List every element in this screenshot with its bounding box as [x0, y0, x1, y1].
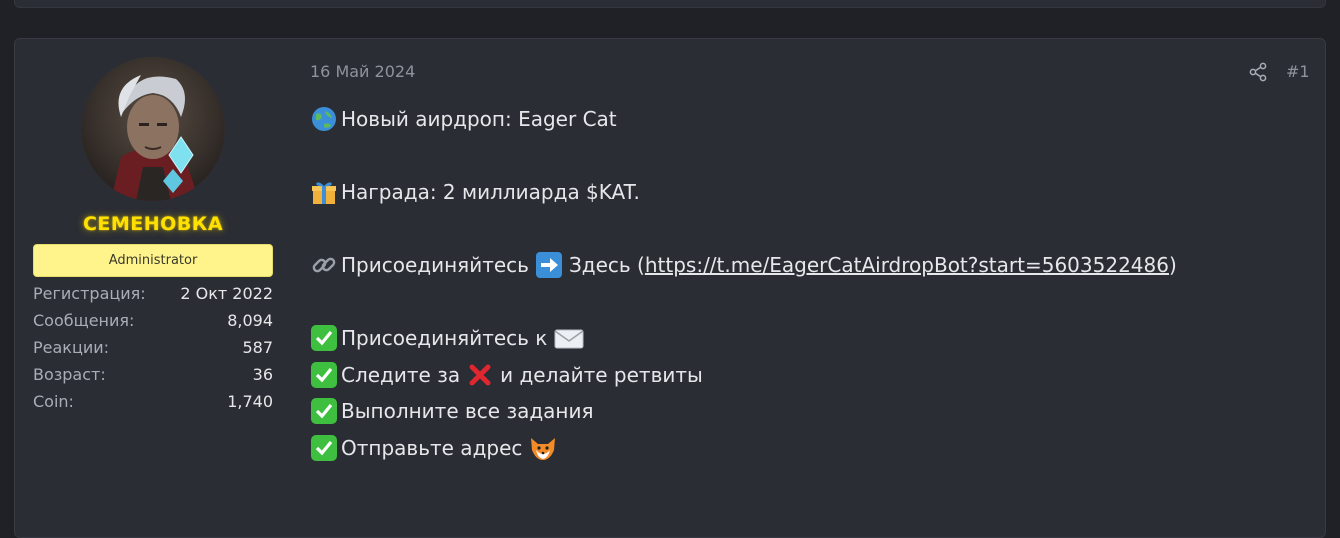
share-icon[interactable] — [1248, 62, 1268, 82]
user-stats: Регистрация: 2 Окт 2022 Сообщения: 8,094… — [33, 283, 273, 418]
body-text: Награда: 2 миллиарда $KAT. — [341, 180, 640, 204]
username[interactable]: СЕМЕНОВКА — [33, 213, 273, 235]
body-text: Присоединяйтесь — [341, 253, 529, 277]
body-text: ) — [1168, 253, 1177, 277]
body-text: Следите за — [341, 363, 461, 387]
body-line-2: Награда: 2 миллиарда $KAT. — [310, 178, 640, 206]
stat-value[interactable]: 8,094 — [227, 310, 273, 337]
body-text: Присоединяйтесь к — [341, 326, 548, 350]
stat-row-messages: Сообщения: 8,094 — [33, 310, 273, 337]
fox-icon — [528, 434, 556, 462]
forum-post: СЕМЕНОВКА Administrator Регистрация: 2 О… — [14, 38, 1326, 538]
stat-value: 1,740 — [227, 392, 273, 411]
stat-row-coin: Coin: 1,740 — [33, 391, 273, 418]
body-line-5: Следите за и делайте ретвиты — [310, 361, 703, 389]
stat-value: 36 — [252, 365, 273, 384]
post-number-link[interactable]: #1 — [1286, 62, 1310, 81]
body-text: Новый аирдроп: Eager Cat — [341, 107, 617, 131]
stat-row-registration: Регистрация: 2 Окт 2022 — [33, 283, 273, 310]
body-text: Выполните все задания — [341, 399, 594, 423]
body-line-6: Выполните все задания — [310, 397, 594, 425]
body-line-1: Новый аирдроп: Eager Cat — [310, 105, 617, 133]
check-mark-icon — [310, 361, 338, 389]
check-mark-icon — [310, 324, 338, 352]
stat-value: 587 — [242, 338, 273, 357]
previous-card — [14, 0, 1326, 8]
arrow-right-icon — [535, 251, 563, 279]
check-mark-icon — [310, 397, 338, 425]
body-text: и делайте ретвиты — [500, 363, 703, 387]
envelope-icon — [553, 324, 584, 352]
body-line-7: Отправьте адрес — [310, 434, 562, 462]
user-avatar[interactable] — [81, 57, 225, 201]
stat-label: Реакции: — [33, 338, 110, 357]
gift-icon — [310, 178, 338, 206]
globe-icon — [310, 105, 338, 133]
body-text: Здесь ( — [568, 253, 645, 277]
body-line-4: Присоединяйтесь к — [310, 324, 587, 352]
cross-mark-icon — [466, 361, 494, 389]
bot-link[interactable]: https://t.me/EagerCatAirdropBot?start=56… — [645, 251, 1169, 279]
body-line-3: Присоединяйтесь Здесь (https://t.me/Eage… — [310, 251, 1177, 279]
stat-value: 2 Окт 2022 — [180, 284, 273, 303]
stat-label: Возраст: — [33, 365, 106, 384]
stat-label: Coin: — [33, 392, 74, 411]
stat-row-age: Возраст: 36 — [33, 364, 273, 391]
stat-label: Регистрация: — [33, 284, 146, 303]
stat-row-reactions: Реакции: 587 — [33, 337, 273, 364]
link-icon — [310, 251, 338, 279]
check-mark-icon — [310, 434, 338, 462]
stat-label: Сообщения: — [33, 311, 135, 330]
post-date[interactable]: 16 Май 2024 — [310, 62, 415, 81]
body-text: Отправьте адрес — [341, 436, 523, 460]
role-badge: Administrator — [33, 244, 273, 277]
